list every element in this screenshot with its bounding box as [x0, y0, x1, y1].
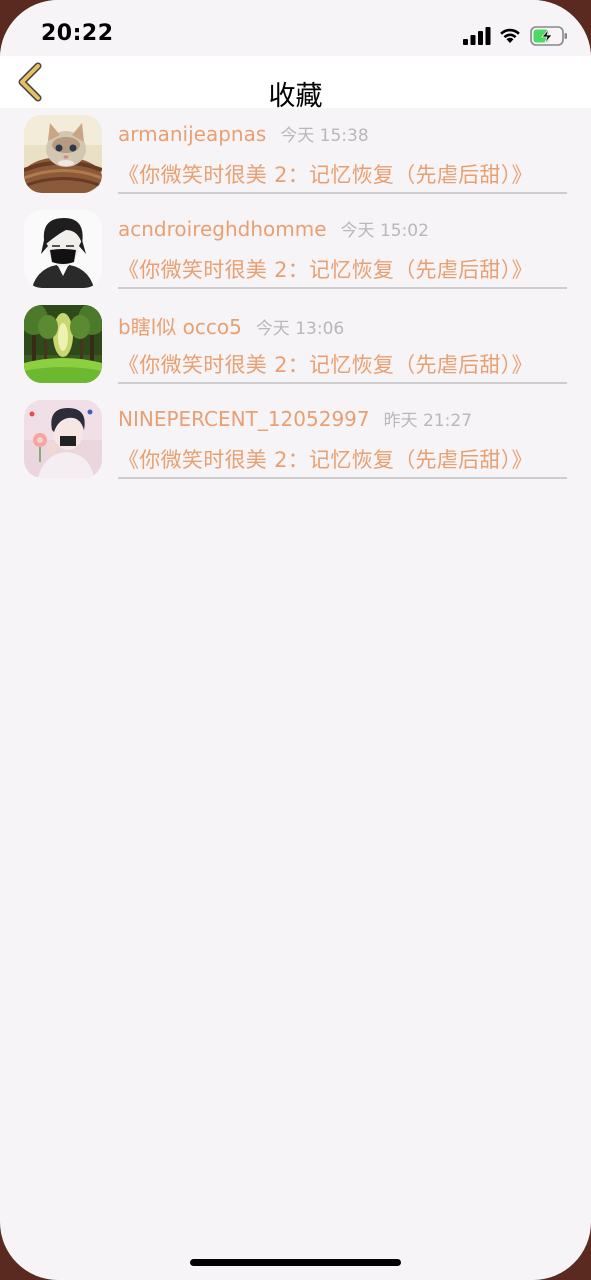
item-username: armanijeapnas 今天 15:38 — [118, 121, 369, 146]
item-book-title[interactable]: 《你微笑时很美 2：记忆恢复（先虐后甜）》 — [118, 349, 533, 379]
item-username: acndroireghdhomme 今天 15:02 — [118, 216, 429, 241]
divider — [118, 192, 567, 194]
anime-boy-avatar[interactable] — [24, 400, 102, 478]
status-time: 20:22 — [41, 21, 114, 46]
divider — [118, 382, 567, 384]
forest-avatar[interactable] — [24, 305, 102, 383]
divider — [118, 477, 567, 479]
kitten-avatar[interactable] — [24, 115, 102, 193]
status-bar: 20:22 — [0, 0, 591, 56]
item-book-title[interactable]: 《你微笑时很美 2：记忆恢复（先虐后甜）》 — [118, 444, 533, 474]
list-item[interactable]: armanijeapnas 今天 15:38 《你微笑时很美 2：记忆恢复（先虐后… — [0, 108, 591, 203]
wifi-icon — [500, 28, 520, 43]
item-timestamp: 今天 13:06 — [255, 319, 345, 339]
masked-boy-avatar[interactable] — [24, 210, 102, 288]
home-indicator[interactable] — [190, 1259, 401, 1266]
navigation-bar: 收藏 — [0, 56, 591, 112]
item-timestamp: 今天 15:38 — [280, 126, 369, 146]
phone-screen: 20:22 收藏 armanijeapnas 今天 15:38 《你微笑时很美 … — [0, 0, 591, 1280]
list-item[interactable]: b瞎l似 occo5 今天 13:06 《你微笑时很美 2：记忆恢复（先虐后甜）》 — [0, 298, 591, 393]
item-book-title[interactable]: 《你微笑时很美 2：记忆恢复（先虐后甜）》 — [118, 159, 533, 189]
item-timestamp: 今天 15:02 — [340, 221, 429, 241]
favorites-list: armanijeapnas 今天 15:38 《你微笑时很美 2：记忆恢复（先虐后… — [0, 108, 591, 488]
username-text: NINEPERCENT_12052997 — [118, 407, 370, 431]
divider — [118, 287, 567, 289]
cellular-signal-icon — [463, 27, 491, 45]
item-username: NINEPERCENT_12052997 昨天 21:27 — [118, 406, 472, 431]
list-item[interactable]: NINEPERCENT_12052997 昨天 21:27 《你微笑时很美 2：记… — [0, 393, 591, 488]
username-text: b瞎l似 occo5 — [118, 315, 242, 339]
item-book-title[interactable]: 《你微笑时很美 2：记忆恢复（先虐后甜）》 — [118, 254, 533, 284]
item-username: b瞎l似 occo5 今天 13:06 — [118, 311, 344, 340]
list-item[interactable]: acndroireghdhomme 今天 15:02 《你微笑时很美 2：记忆恢复… — [0, 203, 591, 298]
battery-charging-icon — [530, 26, 567, 46]
username-text: armanijeapnas — [118, 122, 267, 146]
username-text: acndroireghdhomme — [118, 217, 327, 241]
item-timestamp: 昨天 21:27 — [383, 411, 473, 431]
